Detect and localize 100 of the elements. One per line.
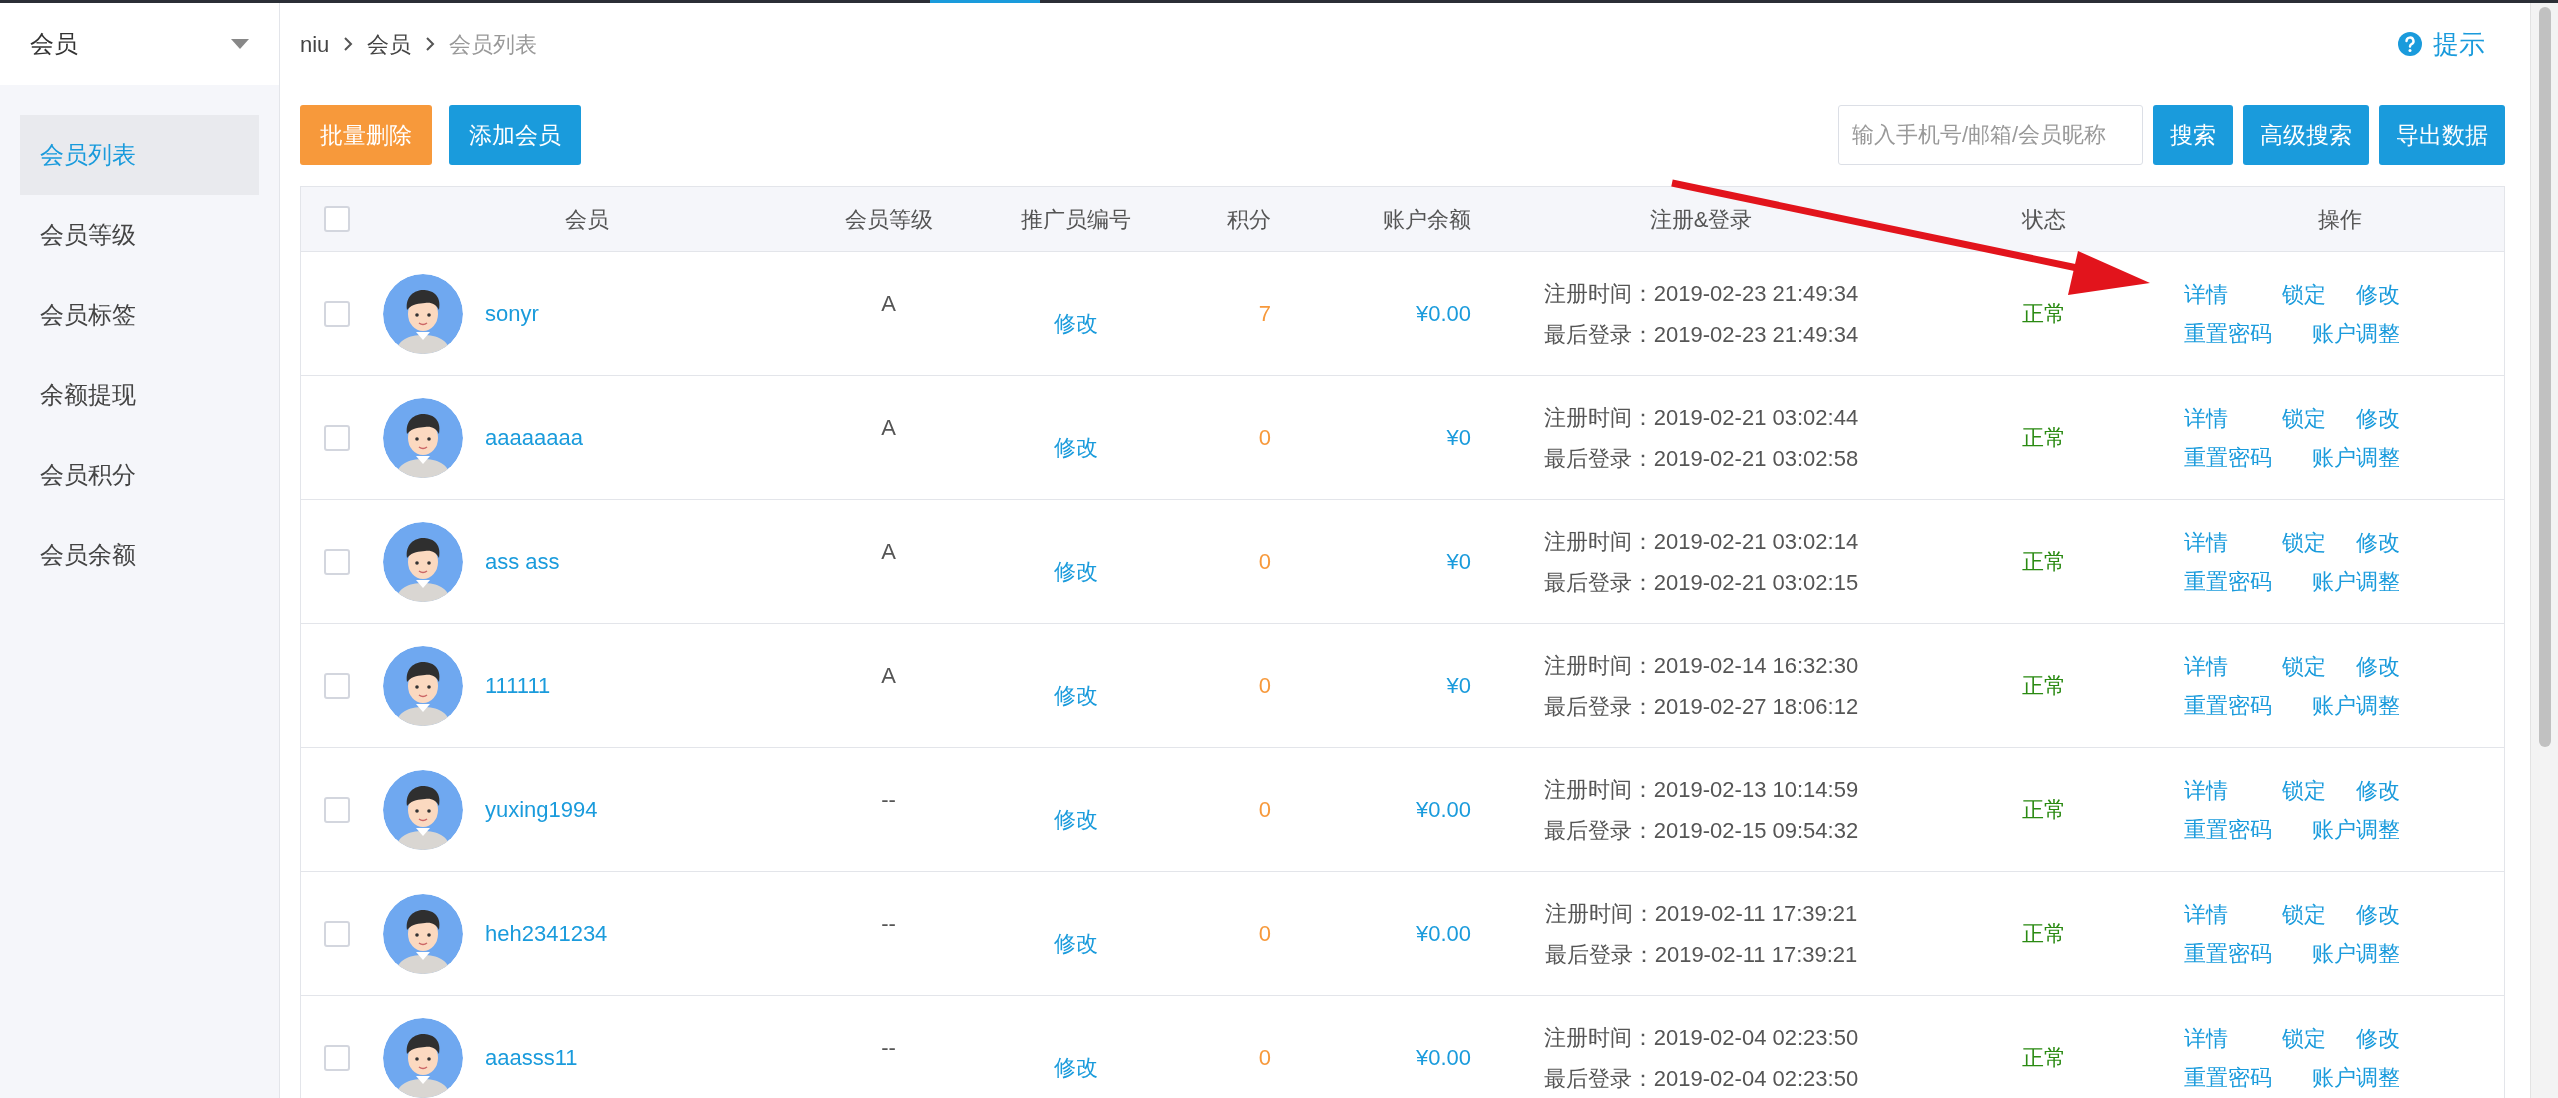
toolbar-button[interactable]: 搜索	[2153, 105, 2233, 165]
action-link[interactable]: 详情	[2184, 649, 2252, 683]
status-text: 正常	[2021, 1044, 2066, 1072]
sidebar-item[interactable]: 会员等级	[20, 195, 259, 275]
edit-link[interactable]: 修改	[1054, 803, 1098, 836]
action-link[interactable]: 锁定	[2282, 401, 2326, 435]
checkbox[interactable]	[324, 796, 350, 823]
column-header: 操作	[2317, 205, 2363, 234]
checkbox[interactable]	[324, 424, 350, 451]
action-link[interactable]: 锁定	[2282, 773, 2326, 807]
registered-time: 注册时间：2019-02-11 17:39:21	[1544, 899, 1858, 928]
member-name-link[interactable]: yuxing1994	[485, 793, 598, 826]
action-link[interactable]: 重置密码	[2184, 440, 2272, 474]
sidebar-header[interactable]: 会员	[0, 3, 279, 85]
member-name-link[interactable]: aaaaaaaa	[485, 421, 583, 454]
action-link[interactable]: 修改	[2356, 277, 2400, 311]
table-cell-text: --	[881, 1034, 896, 1062]
toolbar-button[interactable]: 批量删除	[300, 105, 432, 165]
checkbox[interactable]	[324, 1044, 350, 1071]
action-link[interactable]: 锁定	[2282, 1021, 2326, 1055]
sidebar-item[interactable]: 会员列表	[20, 115, 259, 195]
member-name-link[interactable]: 111111	[485, 669, 551, 702]
column-header: 状态	[2020, 205, 2067, 234]
action-link[interactable]: 重置密码	[2184, 1060, 2272, 1094]
status-text: 正常	[2021, 796, 2066, 824]
checkbox[interactable]	[324, 206, 350, 232]
last-login-time: 最后登录：2019-02-23 21:49:34	[1543, 320, 1859, 349]
action-link[interactable]: 详情	[2184, 897, 2252, 931]
action-link[interactable]: 账户调整	[2312, 440, 2400, 474]
scrollbar-thumb[interactable]	[2538, 7, 2551, 747]
sidebar-title: 会员	[30, 29, 78, 59]
column-header: 积分	[1226, 205, 1272, 234]
sidebar-item[interactable]: 余额提现	[20, 355, 259, 435]
checkbox[interactable]	[324, 920, 350, 947]
toolbar-button[interactable]: 高级搜索	[2243, 105, 2369, 165]
column-header: 推广员编号	[1020, 205, 1132, 234]
action-link[interactable]: 账户调整	[2312, 564, 2400, 598]
status-text: 正常	[2021, 424, 2066, 452]
toolbar-button[interactable]: 添加会员	[449, 105, 581, 165]
action-link[interactable]: 修改	[2356, 401, 2400, 435]
breadcrumb-item[interactable]: 会员	[367, 27, 412, 61]
table-cell-text: 0	[1258, 1044, 1271, 1072]
edit-link[interactable]: 修改	[1054, 431, 1098, 464]
action-link[interactable]: 账户调整	[2312, 1060, 2400, 1094]
table-cell-text: ¥0	[1446, 672, 1471, 700]
action-link[interactable]: 锁定	[2282, 525, 2326, 559]
checkbox[interactable]	[324, 672, 350, 699]
action-link[interactable]: 详情	[2184, 773, 2252, 807]
checkbox[interactable]	[324, 548, 350, 575]
edit-link[interactable]: 修改	[1054, 679, 1098, 712]
action-link[interactable]: 账户调整	[2312, 688, 2400, 722]
action-link[interactable]: 详情	[2184, 1021, 2252, 1055]
action-link[interactable]: 账户调整	[2312, 316, 2400, 350]
column-header: 注册&登录	[1648, 205, 1754, 234]
edit-link[interactable]: 修改	[1054, 307, 1098, 340]
action-link[interactable]: 重置密码	[2184, 812, 2272, 846]
search-field[interactable]: 输入手机号/邮箱/会员昵称	[1838, 105, 2143, 165]
edit-link[interactable]: 修改	[1054, 1051, 1098, 1084]
table-cell-text: 0	[1258, 424, 1271, 452]
status-text: 正常	[2021, 920, 2066, 948]
action-link[interactable]: 修改	[2356, 1021, 2400, 1055]
table-cell-text: ¥0.00	[1415, 1044, 1471, 1072]
action-link[interactable]: 修改	[2356, 897, 2400, 931]
action-link[interactable]: 详情	[2184, 277, 2252, 311]
action-link[interactable]: 重置密码	[2184, 936, 2272, 970]
member-name-link[interactable]: sonyr	[485, 297, 539, 330]
edit-link[interactable]: 修改	[1054, 927, 1098, 960]
action-link[interactable]: 详情	[2184, 401, 2252, 435]
last-login-time: 最后登录：2019-02-21 03:02:58	[1543, 444, 1859, 473]
status-text: 正常	[2021, 672, 2066, 700]
action-link[interactable]: 重置密码	[2184, 688, 2272, 722]
action-link[interactable]: 修改	[2356, 649, 2400, 683]
action-link[interactable]: 锁定	[2282, 897, 2326, 931]
sidebar-item[interactable]: 会员积分	[20, 435, 259, 515]
breadcrumb-item[interactable]: niu	[300, 27, 330, 61]
table-cell-text: ¥0	[1446, 548, 1471, 576]
sidebar-item[interactable]: 会员标签	[20, 275, 259, 355]
action-link[interactable]: 账户调整	[2312, 936, 2400, 970]
action-link[interactable]: 详情	[2184, 525, 2252, 559]
action-link[interactable]: 锁定	[2282, 277, 2326, 311]
avatar-icon	[383, 521, 463, 602]
column-header: 账户余额	[1382, 205, 1472, 234]
action-link[interactable]: 修改	[2356, 525, 2400, 559]
action-link[interactable]: 锁定	[2282, 649, 2326, 683]
action-link[interactable]: 重置密码	[2184, 316, 2272, 350]
registered-time: 注册时间：2019-02-13 10:14:59	[1543, 775, 1859, 804]
edit-link[interactable]: 修改	[1054, 555, 1098, 588]
action-link[interactable]: 账户调整	[2312, 812, 2400, 846]
column-header: 会员等级	[843, 205, 934, 234]
checkbox[interactable]	[324, 300, 350, 327]
action-link[interactable]: 重置密码	[2184, 564, 2272, 598]
action-link[interactable]: 修改	[2356, 773, 2400, 807]
member-name-link[interactable]: ass ass	[485, 545, 560, 578]
help-link[interactable]: 提示	[2397, 24, 2485, 64]
sidebar-item[interactable]: 会员余额	[20, 515, 259, 595]
member-name-link[interactable]: aaasss11	[485, 1041, 578, 1074]
table-cell-text: A	[881, 414, 896, 442]
member-name-link[interactable]: heh2341234	[485, 917, 608, 950]
toolbar-button[interactable]: 导出数据	[2379, 105, 2505, 165]
registered-time: 注册时间：2019-02-04 02:23:50	[1543, 1023, 1859, 1052]
